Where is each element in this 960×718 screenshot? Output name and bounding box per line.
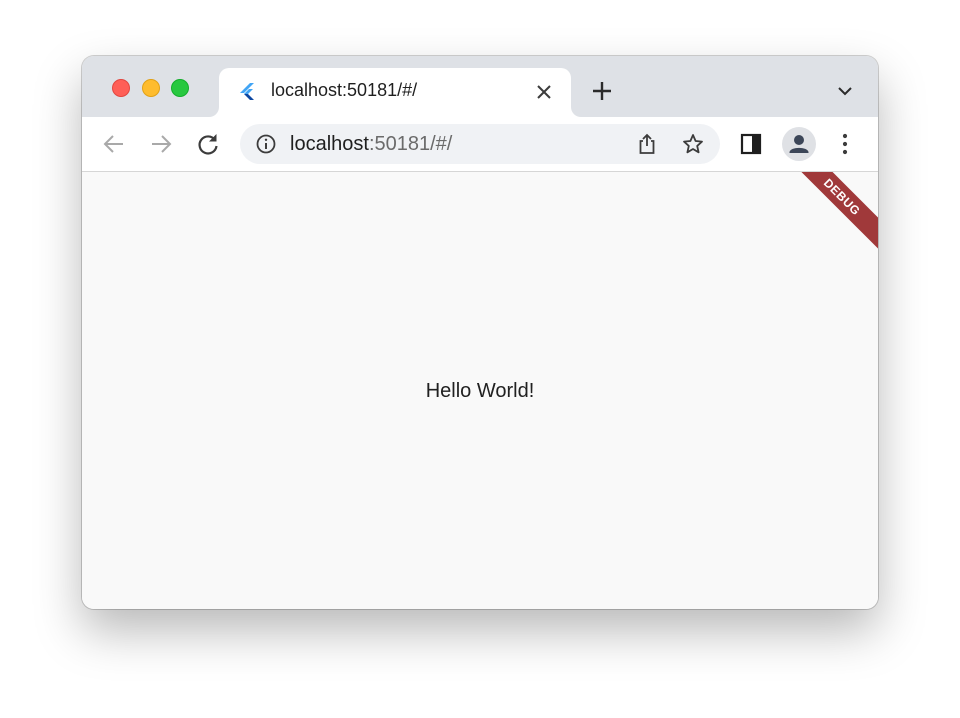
browser-window: localhost:50181/#/ localhost:50181/#/ He… [82,56,878,609]
address-bar[interactable]: localhost:50181/#/ [240,124,720,164]
maximize-window-button[interactable] [171,79,189,97]
forward-arrow-icon[interactable] [148,131,174,157]
tab-title: localhost:50181/#/ [271,80,418,100]
flutter-icon [240,83,254,100]
active-tab[interactable]: localhost:50181/#/ [219,68,571,117]
bookmark-star-icon[interactable] [682,133,704,155]
page-content: Hello World! DEBUG [82,172,878,609]
reload-icon[interactable] [195,131,221,157]
hello-text: Hello World! [425,380,535,402]
chevron-down-icon[interactable] [835,83,855,99]
more-menu-icon[interactable] [835,132,855,156]
url-host: localhost [290,133,369,155]
debug-banner: DEBUG [784,172,878,255]
minimize-window-button[interactable] [142,79,160,97]
browser-toolbar: localhost:50181/#/ [82,117,878,172]
profile-avatar-button[interactable] [782,127,816,161]
url-text[interactable]: localhost:50181/#/ [290,133,452,156]
person-icon [789,135,809,153]
side-panel-icon[interactable] [740,133,762,155]
back-arrow-icon[interactable] [101,131,127,157]
url-path: :50181/#/ [368,133,453,155]
close-window-button[interactable] [112,79,130,97]
share-icon[interactable] [636,133,658,155]
tab-strip: localhost:50181/#/ [82,56,878,117]
new-tab-icon[interactable] [591,80,613,102]
close-tab-icon[interactable] [535,83,553,101]
info-icon[interactable] [256,134,276,154]
